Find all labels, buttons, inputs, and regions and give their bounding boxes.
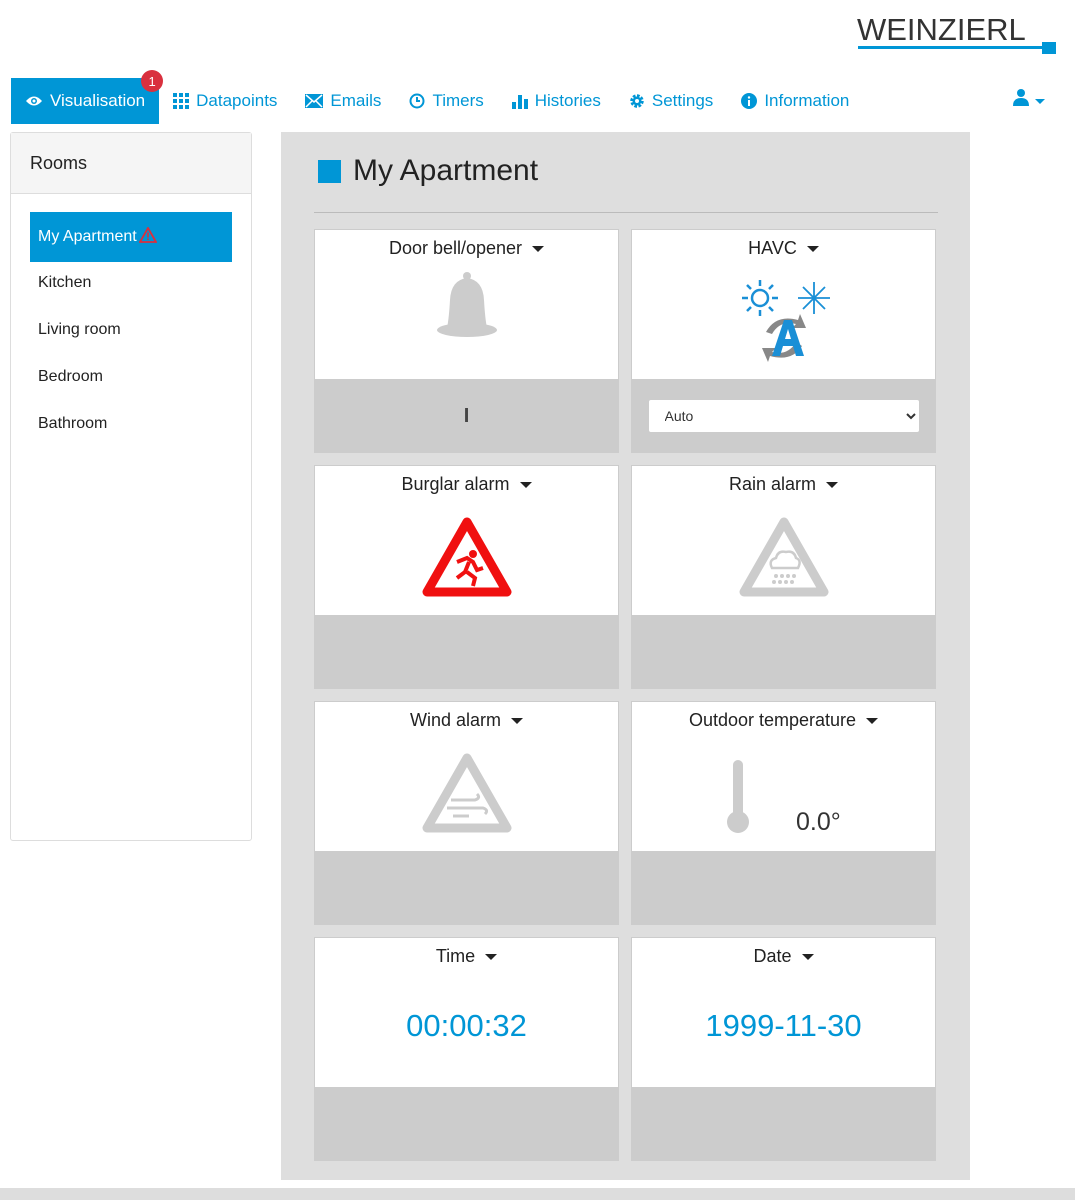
card-menu[interactable]: Time — [315, 938, 618, 967]
main-nav: Visualisation 1 Datapoints Emails Timers… — [11, 70, 863, 124]
bell-icon[interactable] — [315, 270, 618, 340]
card-hvac: HAVC Auto — [631, 229, 936, 453]
nav-datapoints[interactable]: Datapoints — [159, 78, 291, 124]
room-my-apartment[interactable]: My Apartment — [30, 212, 232, 262]
nav-histories[interactable]: Histories — [498, 78, 615, 124]
card-menu[interactable]: Burglar alarm — [315, 466, 618, 495]
warning-icon — [138, 226, 158, 243]
burglar-alarm-icon — [315, 516, 618, 598]
card-menu[interactable]: Wind alarm — [315, 702, 618, 731]
nav-settings[interactable]: Settings — [615, 78, 727, 124]
wind-alarm-icon — [315, 752, 618, 834]
card-wind-alarm: Wind alarm — [314, 701, 619, 925]
rain-alarm-icon — [632, 516, 935, 598]
card-burglar-alarm: Burglar alarm — [314, 465, 619, 689]
rooms-title: Rooms — [11, 133, 251, 194]
door-bell-status: I — [463, 404, 470, 427]
thermometer-icon — [727, 760, 749, 833]
nav-timers[interactable]: Timers — [395, 78, 497, 124]
chevron-down-icon — [1035, 99, 1046, 104]
card-menu[interactable]: Rain alarm — [632, 466, 935, 495]
info-icon — [741, 93, 758, 109]
hvac-auto-icon — [632, 276, 935, 362]
rooms-panel: Rooms My Apartment Kitchen Living room B… — [10, 132, 252, 841]
room-bedroom[interactable]: Bedroom — [30, 353, 232, 400]
nav-emails[interactable]: Emails — [291, 78, 395, 124]
temperature-value: 0.0° — [796, 808, 841, 836]
card-menu[interactable]: Outdoor temperature — [632, 702, 935, 731]
page-title: My Apartment — [318, 154, 538, 188]
hvac-mode-select[interactable]: Auto — [647, 399, 920, 433]
time-value: 00:00:32 — [406, 1008, 527, 1043]
card-outdoor-temperature: Outdoor temperature 0.0° — [631, 701, 936, 925]
eye-icon — [26, 96, 42, 106]
card-date: Date 1999-11-30 — [631, 937, 936, 1161]
card-menu[interactable]: Date — [632, 938, 935, 967]
room-living-room[interactable]: Living room — [30, 306, 232, 353]
nav-visualisation[interactable]: Visualisation 1 — [11, 70, 164, 124]
room-kitchen[interactable]: Kitchen — [30, 259, 232, 306]
user-icon — [1013, 89, 1029, 106]
room-view: My Apartment Door bell/opener I HAVC Aut… — [281, 132, 970, 1180]
card-time: Time 00:00:32 — [314, 937, 619, 1161]
envelope-icon — [305, 94, 324, 108]
card-menu[interactable]: Door bell/opener — [315, 230, 618, 259]
user-menu[interactable] — [1012, 88, 1046, 111]
clock-icon — [409, 93, 425, 109]
grid-icon — [173, 93, 190, 109]
card-menu[interactable]: HAVC — [632, 230, 935, 259]
nav-information[interactable]: Information — [727, 78, 863, 124]
card-rain-alarm: Rain alarm — [631, 465, 936, 689]
date-value: 1999-11-30 — [705, 1008, 862, 1043]
bar-chart-icon — [511, 95, 528, 109]
horizontal-scrollbar[interactable] — [0, 1188, 1075, 1200]
gear-icon — [630, 94, 644, 108]
room-bathroom[interactable]: Bathroom — [30, 400, 232, 447]
card-door-bell: Door bell/opener I — [314, 229, 619, 453]
